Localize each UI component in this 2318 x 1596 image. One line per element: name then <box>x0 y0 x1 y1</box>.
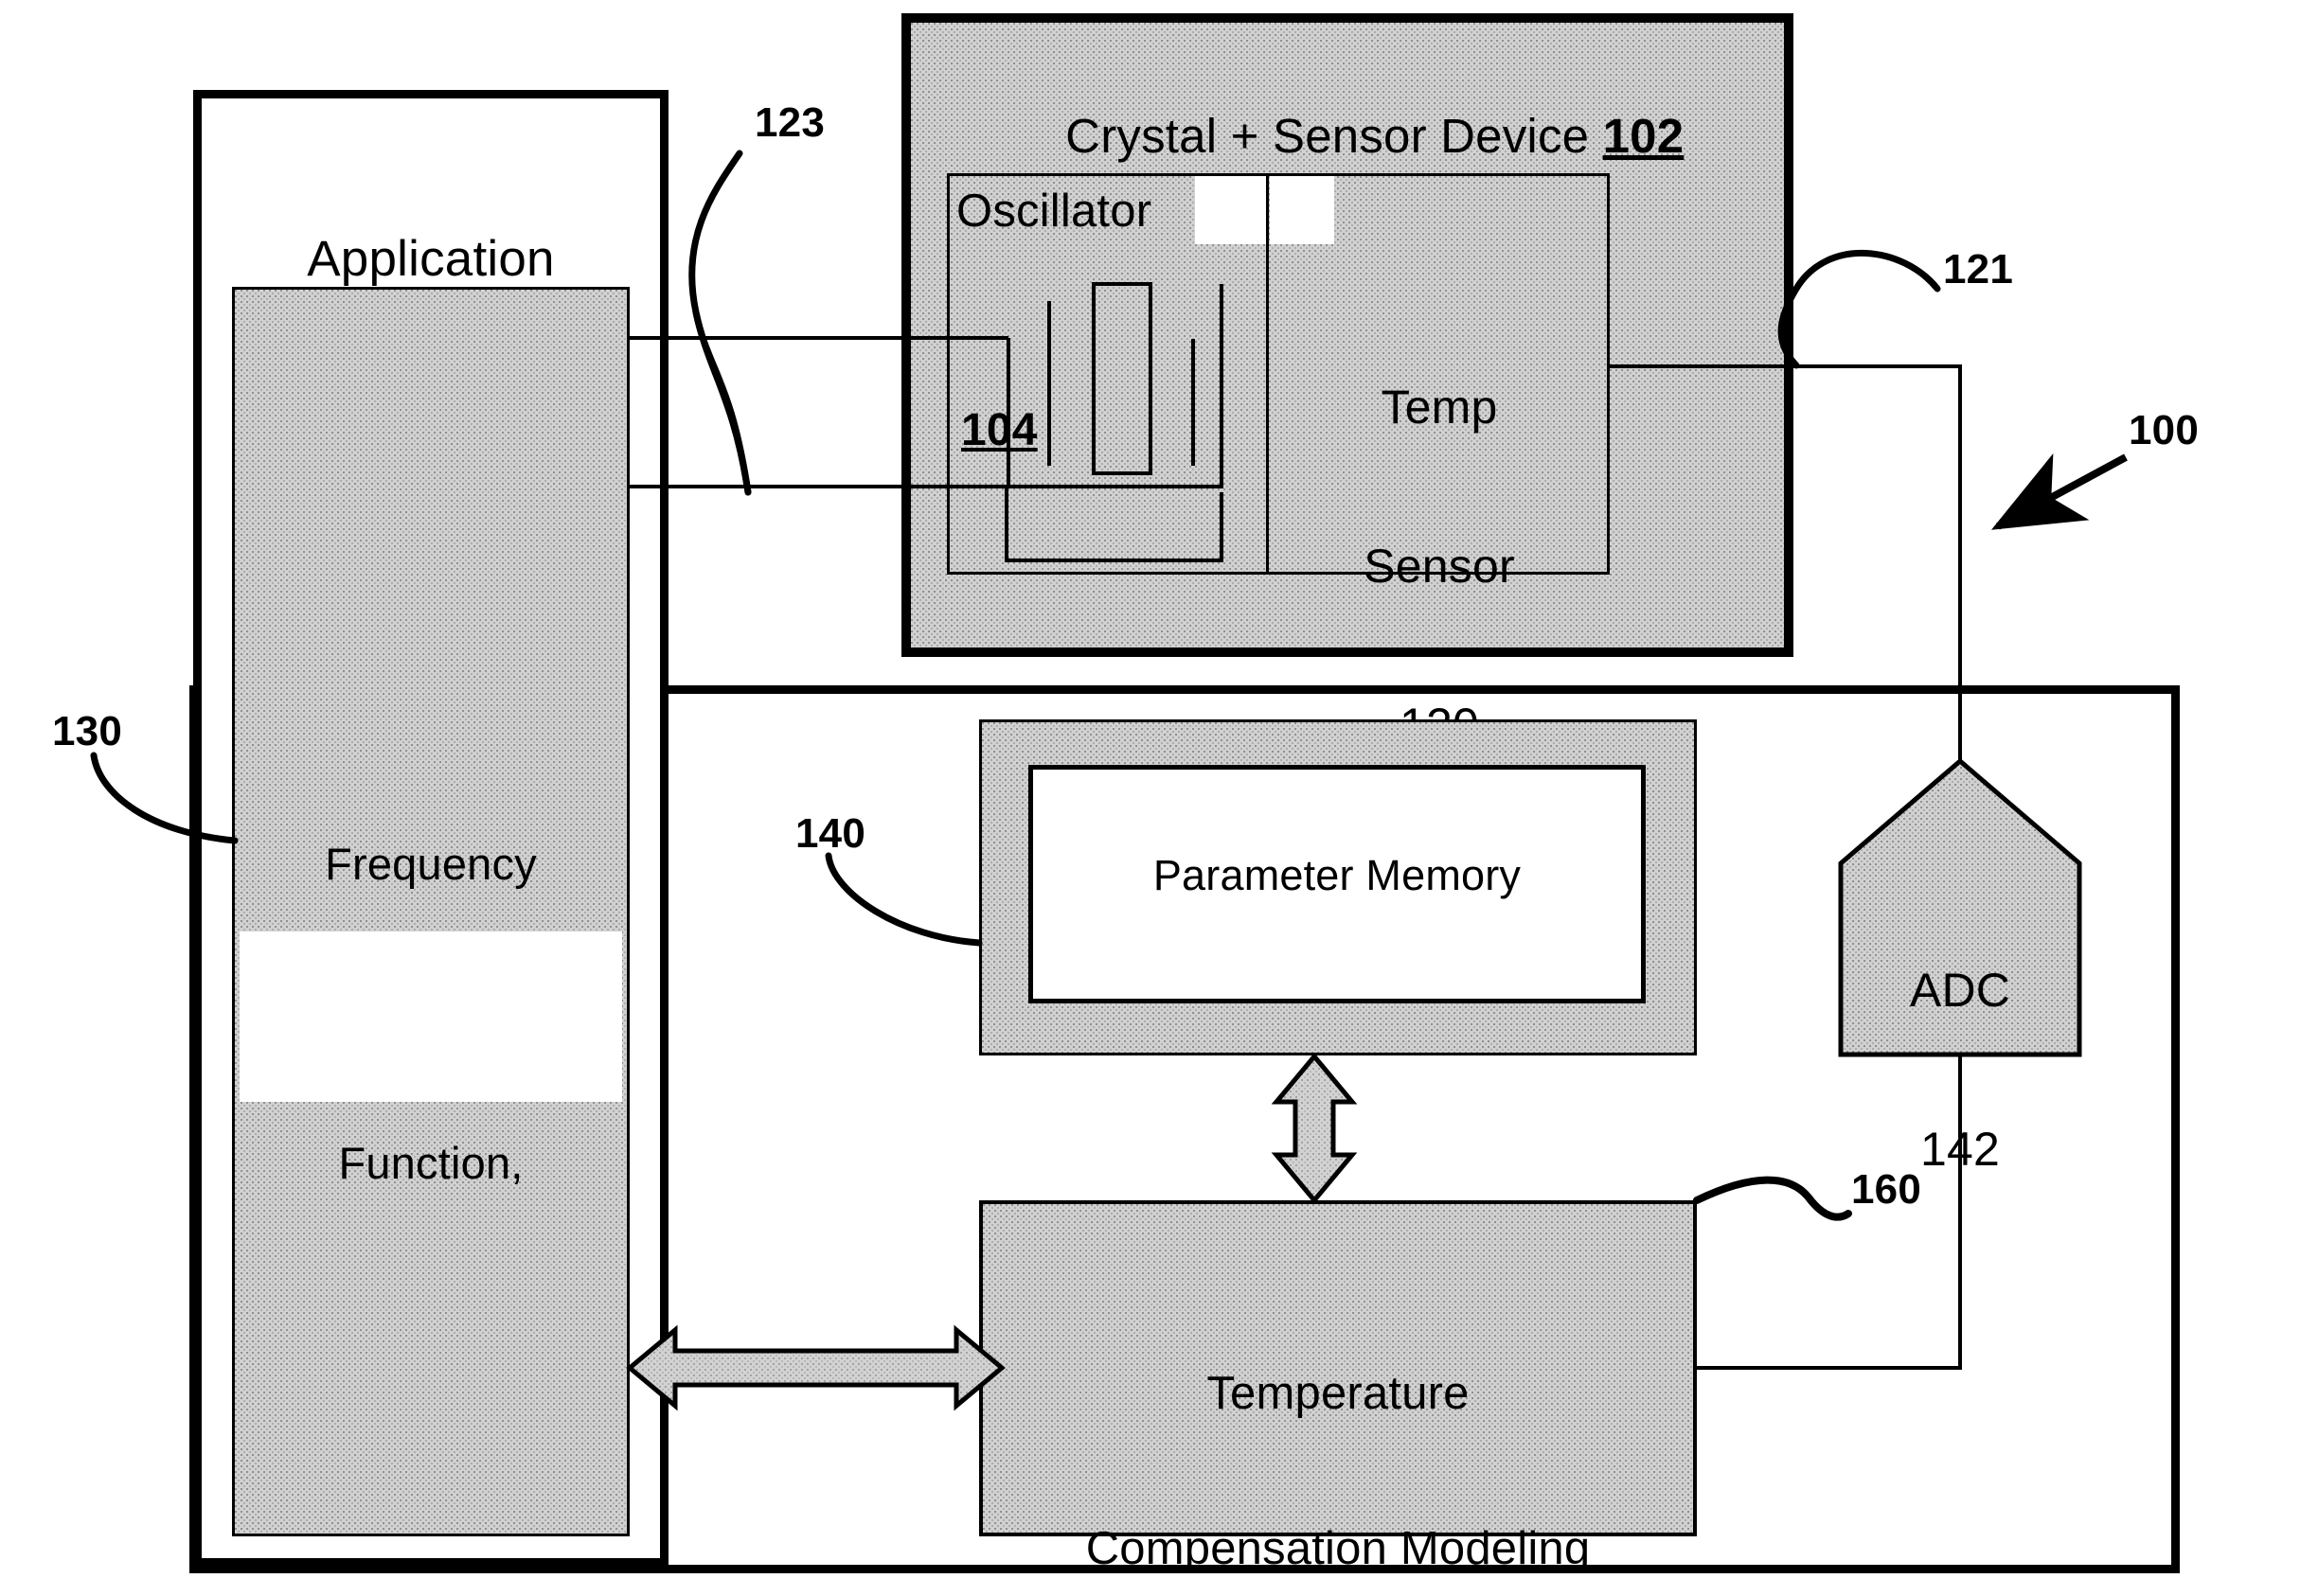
leader-123-branch <box>692 309 752 496</box>
leader-121 <box>1777 249 1941 369</box>
system-ref-arrow <box>1990 452 2128 530</box>
ref-number-130: 130 <box>52 708 123 754</box>
ref-number-140: 140 <box>795 810 866 857</box>
ref-number-160: 160 <box>1851 1166 1922 1213</box>
oscillator-ref-number: 104 <box>961 405 1038 455</box>
ref-number-121: 121 <box>1943 246 2014 293</box>
oscillator-title-gap-left <box>1195 176 1266 244</box>
temperature-compensation-modeling-label: Temperature Compensation Modeling Functi… <box>1085 1367 1591 1575</box>
ref-number-100: 100 <box>2129 407 2200 453</box>
leader-123 <box>688 150 752 496</box>
adc-label: ADC 142 <box>1909 964 2011 1176</box>
ref-number-123: 123 <box>755 99 826 146</box>
patent-figure: Application Device 101 Frequency Correct… <box>0 0 2318 1596</box>
crystal-sensor-device-ref: 102 <box>1602 109 1685 164</box>
oscillator-label: Oscillator <box>956 186 1152 237</box>
parameter-memory-label: Parameter Memory <box>1152 851 1522 899</box>
frequency-correction-inner-white-area <box>240 931 622 1102</box>
oscillator-sensor-divider <box>1266 173 1269 575</box>
oscillator-title-gap-right <box>1270 176 1334 244</box>
